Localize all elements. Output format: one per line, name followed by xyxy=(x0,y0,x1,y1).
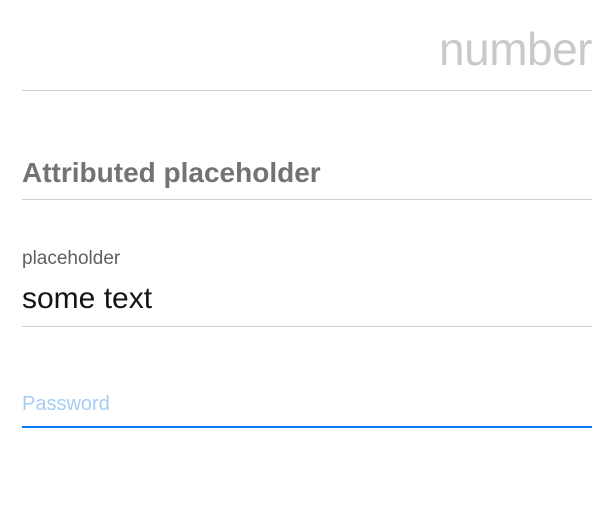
password-field-container xyxy=(22,387,592,428)
attributed-field-container xyxy=(22,151,592,200)
labeled-text-input[interactable] xyxy=(22,276,592,327)
password-input[interactable] xyxy=(22,387,592,428)
labeled-field-label: placeholder xyxy=(22,248,592,270)
number-field-container xyxy=(22,0,592,91)
labeled-field-container: placeholder xyxy=(22,248,592,327)
number-input[interactable] xyxy=(22,10,592,91)
attributed-placeholder-input[interactable] xyxy=(22,151,592,200)
